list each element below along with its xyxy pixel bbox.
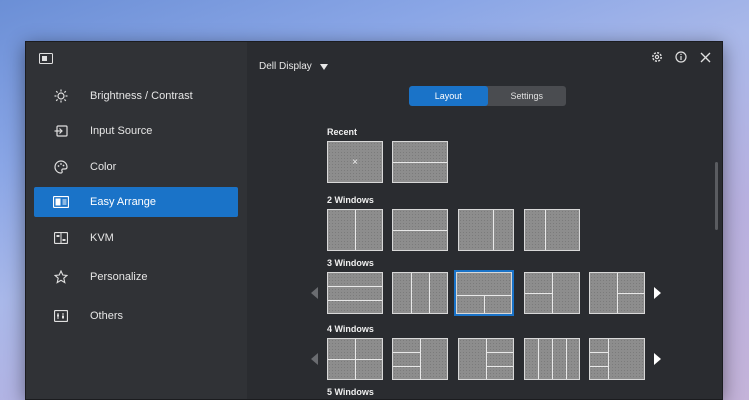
sidebar-item-label: Others bbox=[90, 310, 124, 322]
sidebar-item-easy-arrange[interactable]: Easy Arrange bbox=[34, 187, 238, 217]
info-icon[interactable] bbox=[674, 50, 688, 64]
sidebar-item-brightness-contrast[interactable]: Brightness / Contrast bbox=[34, 81, 238, 111]
scroll-right-arrow-icon[interactable] bbox=[654, 353, 661, 365]
sidebar-item-label: Easy Arrange bbox=[90, 196, 157, 208]
layout-4-left-stack[interactable] bbox=[392, 338, 448, 380]
layout-4-columns[interactable] bbox=[524, 338, 580, 380]
tab-layout[interactable]: Layout bbox=[409, 86, 488, 106]
input-source-icon bbox=[53, 123, 69, 139]
scroll-left-arrow-icon[interactable] bbox=[311, 353, 318, 365]
layout-3-left-split[interactable] bbox=[524, 272, 580, 314]
layout-recent-clear[interactable]: × bbox=[327, 141, 383, 183]
sidebar-item-label: Input Source bbox=[90, 125, 153, 137]
layout-3-top-bottom-split[interactable] bbox=[454, 270, 514, 316]
monitor-name: Dell Display bbox=[259, 61, 312, 72]
sidebar-item-label: Color bbox=[90, 161, 117, 173]
section-title-3-windows: 3 Windows bbox=[327, 258, 374, 268]
layout-2-vertical-split[interactable] bbox=[327, 209, 383, 251]
layout-4-right-stack[interactable] bbox=[458, 338, 514, 380]
window-controls bbox=[650, 50, 712, 64]
layout-3-columns[interactable] bbox=[392, 272, 448, 314]
layout-3-right-split[interactable] bbox=[589, 272, 645, 314]
easy-arrange-icon bbox=[53, 194, 69, 210]
layout-4-grid[interactable] bbox=[327, 338, 383, 380]
star-icon bbox=[53, 269, 69, 285]
layout-2-left-wide[interactable] bbox=[458, 209, 514, 251]
layout-3-rows[interactable] bbox=[327, 272, 383, 314]
monitor-dropdown[interactable]: Dell Display bbox=[259, 61, 328, 72]
sidebar-item-others[interactable]: Others bbox=[34, 301, 238, 331]
sidebar-item-label: Brightness / Contrast bbox=[90, 90, 193, 102]
section-title-recent: Recent bbox=[327, 127, 358, 137]
layout-4-mixed[interactable] bbox=[589, 338, 645, 380]
close-icon[interactable] bbox=[698, 50, 712, 64]
layout-recent-1[interactable] bbox=[392, 141, 448, 183]
palette-icon bbox=[53, 159, 69, 175]
sidebar-item-kvm[interactable]: KVM bbox=[34, 223, 238, 253]
others-icon bbox=[53, 308, 69, 324]
sidebar-item-personalize[interactable]: Personalize bbox=[34, 262, 238, 292]
easy-arrange-window: Brightness / Contrast Input Source Color… bbox=[25, 41, 723, 400]
layout-2-horizontal-split[interactable] bbox=[392, 209, 448, 251]
sidebar-item-color[interactable]: Color bbox=[34, 152, 238, 182]
section-title-4-windows: 4 Windows bbox=[327, 324, 374, 334]
scroll-left-arrow-icon[interactable] bbox=[311, 287, 318, 299]
layout-2-right-wide[interactable] bbox=[524, 209, 580, 251]
sidebar-item-label: KVM bbox=[90, 232, 114, 244]
main-content: Dell Display Layout Settings Recent × 2 … bbox=[247, 42, 722, 399]
section-title-5-windows: 5 Windows bbox=[327, 387, 374, 397]
scrollbar[interactable] bbox=[715, 162, 718, 230]
gear-icon[interactable] bbox=[650, 50, 664, 64]
section-title-2-windows: 2 Windows bbox=[327, 195, 374, 205]
chevron-down-icon bbox=[319, 63, 328, 70]
sidebar-item-input-source[interactable]: Input Source bbox=[34, 116, 238, 146]
scroll-right-arrow-icon[interactable] bbox=[654, 287, 661, 299]
clear-icon: × bbox=[352, 156, 358, 168]
app-logo-icon bbox=[39, 51, 53, 64]
kvm-icon bbox=[53, 230, 69, 246]
sidebar: Brightness / Contrast Input Source Color… bbox=[26, 42, 247, 399]
view-tabs: Layout Settings bbox=[409, 86, 566, 106]
sidebar-item-label: Personalize bbox=[90, 271, 148, 283]
tab-settings[interactable]: Settings bbox=[488, 86, 567, 106]
brightness-icon bbox=[53, 88, 69, 104]
